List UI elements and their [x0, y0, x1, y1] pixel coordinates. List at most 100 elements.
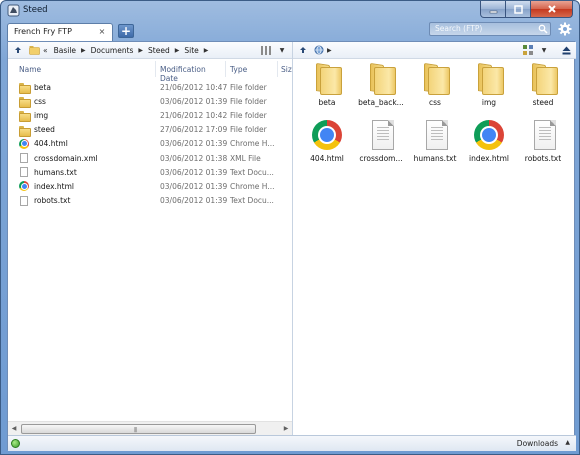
columns-view-icon[interactable] — [260, 44, 272, 56]
breadcrumb-item[interactable]: Steed — [148, 46, 170, 55]
grid-item-label: steed — [532, 98, 554, 107]
folder-icon — [366, 64, 396, 95]
chevron-right-icon[interactable]: ▶ — [81, 47, 86, 54]
tab-close-icon[interactable]: × — [97, 27, 107, 37]
grid-item-label: crossdom... — [359, 154, 403, 163]
grid-item[interactable]: crossdom... — [354, 118, 408, 174]
minimize-icon — [489, 10, 497, 13]
file-type: XML File — [230, 153, 261, 163]
grid-item-label: humans.txt — [413, 154, 457, 163]
minimize-button[interactable] — [480, 1, 506, 18]
search-input[interactable]: Search (FTP) — [429, 22, 551, 36]
connection-status-icon — [11, 439, 20, 448]
column-header-date[interactable]: Modification Date — [156, 61, 226, 83]
app-icon — [7, 4, 20, 17]
file-date: 21/06/2012 10:42 — [160, 110, 228, 120]
grid-item[interactable]: beta_back... — [354, 62, 408, 118]
file-type: Text Docu... — [230, 196, 274, 206]
folder-icon — [28, 44, 40, 56]
local-file-list: beta 21/06/2012 10:47 File folder css 03… — [8, 80, 292, 208]
chevron-right-icon[interactable]: ▶ — [138, 47, 143, 54]
folder-icon — [19, 110, 31, 123]
chrome-icon — [19, 181, 29, 192]
pane-divider[interactable] — [292, 42, 293, 435]
folder-icon — [19, 82, 31, 95]
folder-icon — [19, 96, 31, 109]
table-row[interactable]: steed 27/06/2012 17:09 File folder — [8, 123, 292, 137]
grid-item-label: 404.html — [310, 154, 344, 163]
grid-item[interactable]: robots.txt — [516, 118, 570, 174]
grid-item[interactable]: index.html — [462, 118, 516, 174]
new-tab-button[interactable]: + — [118, 24, 134, 38]
table-row[interactable]: css 03/06/2012 01:39 File folder — [8, 94, 292, 109]
view-options-icon[interactable] — [522, 44, 534, 56]
grid-item[interactable]: img — [462, 62, 516, 118]
file-name: index.html — [34, 181, 74, 191]
table-row[interactable]: crossdomain.xml 03/06/2012 01:38 XML Fil… — [8, 151, 292, 165]
close-icon — [547, 5, 556, 13]
folder-icon — [420, 64, 450, 95]
grid-item[interactable]: css — [408, 62, 462, 118]
eject-icon[interactable] — [560, 44, 572, 56]
file-type: Chrome H... — [230, 139, 275, 149]
chevron-down-icon[interactable]: ▼ — [538, 44, 550, 56]
file-name: 404.html — [34, 139, 68, 149]
column-header-size[interactable]: Size — [278, 61, 292, 77]
globe-icon[interactable] — [313, 44, 325, 56]
table-row[interactable]: 404.html 03/06/2012 01:39 Chrome H... — [8, 137, 292, 151]
chevron-right-icon[interactable]: ▶ — [327, 47, 332, 54]
document-icon — [426, 120, 448, 150]
folder-icon — [474, 64, 504, 95]
file-date: 03/06/2012 01:39 — [160, 181, 228, 191]
table-row[interactable]: humans.txt 03/06/2012 01:39 Text Docu... — [8, 165, 292, 179]
scroll-left-icon[interactable]: ◀ — [9, 424, 19, 434]
document-icon — [20, 195, 28, 206]
grid-item-label: beta — [318, 98, 336, 107]
grid-item[interactable]: beta — [300, 62, 354, 118]
table-row[interactable]: img 21/06/2012 10:42 File folder — [8, 108, 292, 123]
file-date: 21/06/2012 10:47 — [160, 82, 228, 92]
file-name: beta — [34, 82, 51, 92]
table-row[interactable]: robots.txt 03/06/2012 01:39 Text Docu... — [8, 194, 292, 208]
chevron-up-icon[interactable]: ▲ — [565, 439, 570, 446]
gear-icon[interactable] — [557, 21, 573, 37]
file-date: 03/06/2012 01:39 — [160, 167, 228, 177]
breadcrumb-item[interactable]: Site — [184, 46, 198, 55]
local-toolbar: « Basile ▶ Documents ▶ Steed ▶ Site ▶ ▼ — [8, 42, 292, 59]
file-date: 27/06/2012 17:09 — [160, 125, 228, 135]
maximize-button[interactable] — [506, 1, 531, 18]
table-row[interactable]: beta 21/06/2012 10:47 File folder — [8, 80, 292, 95]
chevron-right-icon[interactable]: ▶ — [204, 47, 209, 54]
search-icon[interactable] — [538, 24, 548, 34]
downloads-button[interactable]: Downloads — [517, 439, 558, 448]
file-date: 03/06/2012 01:39 — [160, 196, 228, 206]
file-type: File folder — [230, 82, 267, 92]
up-arrow-icon[interactable] — [12, 44, 24, 56]
breadcrumb-item[interactable]: Documents — [91, 46, 134, 55]
file-date: 03/06/2012 01:38 — [160, 153, 228, 163]
column-header-name[interactable]: Name — [8, 61, 156, 77]
grid-item[interactable]: humans.txt — [408, 118, 462, 174]
chevron-down-icon[interactable]: ▼ — [276, 44, 288, 56]
scroll-right-icon[interactable]: ▶ — [281, 424, 291, 434]
folder-icon — [312, 64, 342, 95]
chevron-right-icon[interactable]: ▶ — [175, 47, 180, 54]
grid-item-label: index.html — [469, 154, 509, 163]
file-name: img — [34, 110, 49, 120]
table-row[interactable]: index.html 03/06/2012 01:39 Chrome H... — [8, 179, 292, 193]
breadcrumb-item[interactable]: Basile — [54, 46, 76, 55]
up-arrow-icon[interactable] — [297, 44, 309, 56]
grid-item-label: img — [481, 98, 497, 107]
horizontal-scrollbar[interactable]: ◀ ||| ▶ — [8, 421, 292, 435]
column-header-type[interactable]: Type — [226, 61, 278, 77]
grid-item[interactable]: 404.html — [300, 118, 354, 174]
grid-item[interactable]: steed — [516, 62, 570, 118]
tab-french-fry-ftp[interactable]: French Fry FTP × — [7, 23, 113, 41]
chrome-icon — [312, 120, 342, 150]
breadcrumb-back[interactable]: « — [43, 46, 48, 55]
file-date: 03/06/2012 01:39 — [160, 96, 228, 106]
close-button[interactable] — [531, 1, 573, 18]
scrollbar-thumb[interactable]: ||| — [21, 424, 256, 434]
grip-icon: ||| — [134, 427, 137, 433]
window-title: Steed — [23, 5, 48, 15]
